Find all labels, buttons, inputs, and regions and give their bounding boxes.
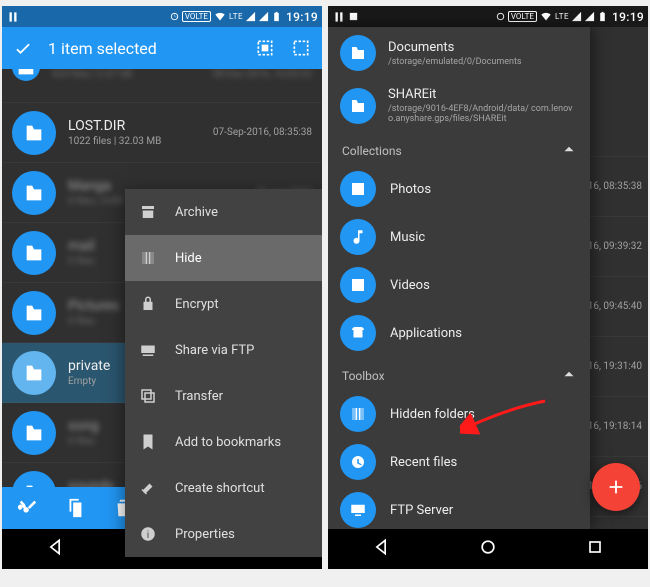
underlying-file-list: 16, 08:35:38 16, 09:39:32 16, 09:45:40 1… bbox=[590, 27, 648, 529]
wifi-icon bbox=[539, 10, 553, 24]
back-button[interactable] bbox=[371, 537, 391, 561]
done-button[interactable] bbox=[12, 37, 34, 59]
file-item[interactable]: 16, 08:35:38 bbox=[590, 157, 648, 217]
file-meta: Empty bbox=[68, 376, 110, 387]
folder-icon bbox=[340, 35, 376, 71]
category-music[interactable]: Music bbox=[328, 213, 590, 261]
file-date: 07-Sep-2016, 08:35:38 bbox=[213, 127, 312, 138]
videos-icon bbox=[340, 267, 376, 303]
signal-icon-2 bbox=[258, 11, 269, 22]
folder-icon bbox=[12, 351, 56, 395]
selection-title: 1 item selected bbox=[48, 39, 157, 58]
clock: 19:19 bbox=[612, 10, 644, 24]
file-item[interactable]: 424 files | 2.67 GB 08-Dec-2016, 16:03:2… bbox=[2, 69, 322, 103]
chevron-up-icon bbox=[560, 140, 578, 161]
android-icon bbox=[340, 315, 376, 351]
popup-hide[interactable]: Hide bbox=[125, 235, 322, 281]
section-collections[interactable]: Collections bbox=[328, 132, 590, 165]
photos-icon bbox=[340, 171, 376, 207]
file-item[interactable]: 16, 19:18:14 bbox=[590, 397, 648, 457]
signal-icon-2 bbox=[584, 11, 595, 22]
home-button[interactable] bbox=[478, 537, 498, 561]
nav-bar bbox=[328, 529, 648, 569]
folder-icon bbox=[12, 231, 56, 275]
screenshot-left: VOLTE LTE 19:19 1 item selected bbox=[2, 6, 322, 569]
popup-properties[interactable]: i Properties bbox=[125, 511, 322, 557]
chevron-up-icon bbox=[560, 365, 578, 386]
popup-archive[interactable]: Archive bbox=[125, 189, 322, 235]
battery-icon bbox=[271, 11, 282, 22]
alarm-icon bbox=[495, 11, 506, 22]
tool-recent-files[interactable]: Recent files bbox=[328, 438, 590, 486]
folder-icon bbox=[12, 171, 56, 215]
status-bar: VOLTE LTE 19:19 bbox=[2, 6, 322, 27]
popup-shortcut[interactable]: Create shortcut bbox=[125, 465, 322, 511]
signal-icon bbox=[571, 11, 582, 22]
file-item[interactable]: LOST.DIR 1022 files | 32.03 MB 07-Sep-20… bbox=[2, 103, 322, 163]
file-item[interactable]: 16, 19:31:40 bbox=[590, 337, 648, 397]
screenshot-right: VOLTE LTE 19:19 16, 08:35:38 16, 09:39:3… bbox=[328, 6, 648, 569]
location-item[interactable]: SHAREit /storage/9016-4EF8/Android/data/… bbox=[328, 79, 590, 132]
context-menu: Archive Hide Encrypt Share via FTP Trans… bbox=[125, 189, 322, 557]
recent-button[interactable] bbox=[585, 537, 605, 561]
file-meta: 424 files | 2.67 GB bbox=[52, 69, 132, 80]
hidden-icon bbox=[340, 396, 376, 432]
tool-ftp-server[interactable]: FTP Server bbox=[328, 486, 590, 529]
recent-icon bbox=[340, 444, 376, 480]
file-meta: 1022 files | 32.03 MB bbox=[68, 136, 161, 147]
volte-badge: VOLTE bbox=[182, 11, 211, 22]
file-item[interactable]: 16, 09:45:40 bbox=[590, 277, 648, 337]
category-videos[interactable]: Videos bbox=[328, 261, 590, 309]
file-item[interactable]: 16, 09:39:32 bbox=[590, 217, 648, 277]
file-date: 08-Dec-2016, 16:03:22 bbox=[213, 69, 312, 80]
popup-bookmark[interactable]: Add to bookmarks bbox=[125, 419, 322, 465]
battery-icon bbox=[597, 11, 608, 22]
status-bar: VOLTE LTE 19:19 bbox=[328, 6, 648, 27]
ftp-icon bbox=[340, 492, 376, 528]
popup-share-ftp[interactable]: Share via FTP bbox=[125, 327, 322, 373]
popup-transfer[interactable]: Transfer bbox=[125, 373, 322, 419]
folder-icon bbox=[340, 88, 376, 124]
navigation-drawer: Documents /storage/emulated/0/Documents … bbox=[328, 27, 590, 529]
section-toolbox[interactable]: Toolbox bbox=[328, 357, 590, 390]
music-icon bbox=[340, 219, 376, 255]
select-all-button[interactable] bbox=[254, 37, 276, 59]
lte-label: LTE bbox=[229, 12, 243, 21]
svg-text:i: i bbox=[147, 530, 149, 541]
deselect-button[interactable] bbox=[290, 37, 312, 59]
pause-icon bbox=[332, 10, 346, 24]
file-name: LOST.DIR bbox=[68, 118, 161, 134]
add-button[interactable] bbox=[592, 463, 640, 511]
cut-button[interactable] bbox=[16, 497, 38, 519]
copy-button[interactable] bbox=[64, 497, 86, 519]
category-photos[interactable]: Photos bbox=[328, 165, 590, 213]
file-item[interactable] bbox=[590, 27, 648, 157]
location-item[interactable]: Documents /storage/emulated/0/Documents bbox=[328, 27, 590, 79]
category-applications[interactable]: Applications bbox=[328, 309, 590, 357]
folder-icon bbox=[12, 111, 56, 155]
volte-badge: VOLTE bbox=[508, 11, 537, 22]
file-name: private bbox=[68, 358, 110, 374]
pause-icon bbox=[6, 10, 20, 24]
selection-header: 1 item selected bbox=[2, 27, 322, 69]
folder-icon bbox=[12, 411, 56, 455]
popup-encrypt[interactable]: Encrypt bbox=[125, 281, 322, 327]
clock: 19:19 bbox=[286, 10, 318, 24]
alarm-icon bbox=[169, 11, 180, 22]
wifi-icon bbox=[213, 10, 227, 24]
lte-label: LTE bbox=[555, 12, 569, 21]
signal-icon bbox=[245, 11, 256, 22]
folder-icon bbox=[12, 291, 56, 335]
image-icon bbox=[348, 11, 359, 22]
back-button[interactable] bbox=[45, 537, 65, 561]
tool-hidden-folders[interactable]: Hidden folders bbox=[328, 390, 590, 438]
